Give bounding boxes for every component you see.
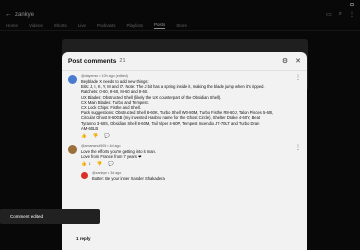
- reply-line: Butter: Be your inner Xander Shakadera: [92, 176, 165, 182]
- like-count: 1: [88, 162, 91, 167]
- comment-body: @dayemcr • 10h ago (edited) Beyblade X n…: [81, 74, 292, 139]
- comment-more-icon[interactable]: ⋮: [295, 74, 301, 139]
- comments-count: 21: [119, 58, 126, 64]
- comment-actions: 👍 👎 💬: [81, 133, 292, 139]
- reply-body: @zankye • 3d ago Butter: Be your inner X…: [92, 171, 301, 181]
- close-icon[interactable]: ✕: [295, 58, 301, 65]
- reply-icon[interactable]: 💬: [104, 133, 110, 139]
- comments-header: Post comments 21 ⚙ ✕: [62, 52, 307, 71]
- comment-text: Beyblade X needs to add new things: Bits…: [81, 79, 292, 131]
- avatar[interactable]: [81, 172, 88, 180]
- reply-icon[interactable]: 💬: [108, 161, 114, 167]
- comment-text: Love the efforts you're getting into it …: [81, 149, 292, 159]
- comment-body: @amansnul505 • 4d ago Love the efforts y…: [81, 144, 292, 167]
- reply-text: Butter: Be your inner Xander Shakadera: [92, 176, 301, 181]
- settings-icon[interactable]: ⚙: [282, 58, 288, 65]
- dislike-icon[interactable]: 👎: [97, 161, 103, 167]
- dislike-icon[interactable]: 👎: [93, 133, 99, 139]
- comment-line: Love from France from 7 years ❤: [81, 154, 142, 160]
- view-replies-button[interactable]: 1 reply: [76, 236, 91, 241]
- avatar[interactable]: [68, 145, 77, 155]
- snackbar-toast: Comment edited: [0, 209, 100, 224]
- avatar[interactable]: [68, 75, 77, 84]
- comment-item: @dayemcr • 10h ago (edited) Beyblade X n…: [62, 71, 307, 141]
- like-icon[interactable]: 👍: [81, 133, 87, 139]
- like-icon[interactable]: 👍: [81, 161, 87, 167]
- app-root: ← zankye ▭ ⌕ ⋮ Home Videos Shorts Live P…: [0, 0, 360, 250]
- comment-more-icon[interactable]: ⋮: [295, 144, 301, 167]
- reply-item: @zankye • 3d ago Butter: Be your inner X…: [62, 169, 307, 183]
- comments-title: Post comments: [68, 57, 117, 65]
- toast-text: Comment edited: [10, 214, 44, 219]
- comment-actions: 👍 1 👎 💬: [81, 161, 292, 167]
- comment-item: @amansnul505 • 4d ago Love the efforts y…: [62, 141, 307, 169]
- comment-line: AM-60LB: [81, 125, 99, 131]
